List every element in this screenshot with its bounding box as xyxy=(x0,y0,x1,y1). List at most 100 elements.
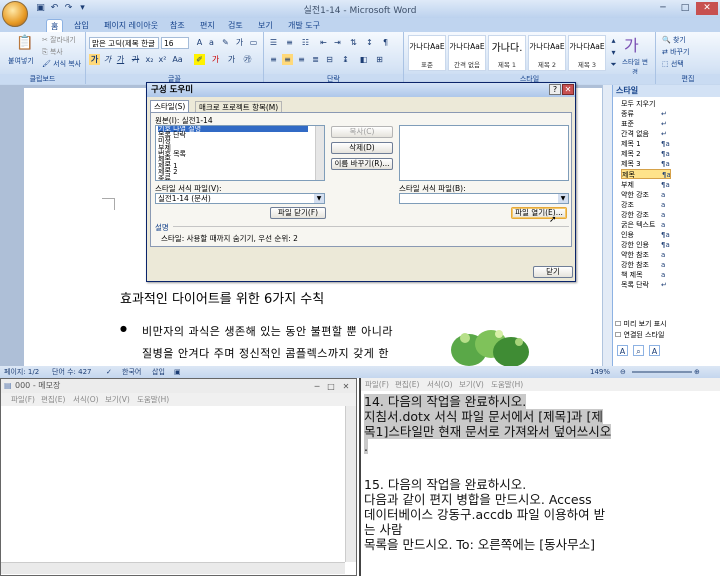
maximize-icon[interactable]: □ xyxy=(325,380,337,391)
find-button[interactable]: 🔍 찾기 xyxy=(662,35,686,45)
linked-styles-checkbox[interactable]: ☐ 연결된 스타일 xyxy=(615,330,664,340)
font-size-select[interactable]: 16 xyxy=(161,37,189,49)
char-shading-icon[interactable]: 가 xyxy=(226,54,237,65)
style-normal[interactable]: 가나다AaE 표준 xyxy=(408,35,446,71)
tab-styles[interactable]: 스타일(S) xyxy=(150,100,190,112)
style-item[interactable]: 인용 ¶a xyxy=(621,230,671,240)
zoom-in-icon[interactable]: ⊕ xyxy=(694,366,700,378)
superscript-icon[interactable]: x² xyxy=(157,54,168,65)
menu-edit[interactable]: 편집(E) xyxy=(395,378,419,391)
paste-icon[interactable]: 📋 xyxy=(16,35,33,51)
shrink-font-icon[interactable]: a xyxy=(206,37,217,48)
tab-view[interactable]: 보기 xyxy=(254,19,277,32)
style-heading-2[interactable]: 가나다AaE 제목 2 xyxy=(528,35,566,71)
macro-icon[interactable]: ▣ xyxy=(174,366,181,378)
style-item-selected[interactable]: 제목 ¶a xyxy=(621,169,671,179)
style-item[interactable]: 모두 지우기 xyxy=(621,99,671,109)
justify-icon[interactable]: ≣ xyxy=(310,54,321,65)
style-item[interactable]: 간격 없음 ↵ xyxy=(621,129,671,139)
zoom-slider[interactable] xyxy=(632,371,692,373)
target-style-list[interactable] xyxy=(399,125,569,181)
tab-references[interactable]: 참조 xyxy=(166,19,189,32)
strike-button[interactable]: 가 xyxy=(130,54,141,65)
italic-button[interactable]: 가 xyxy=(102,54,113,65)
line-spacing-icon[interactable]: ↨ xyxy=(340,54,351,65)
dialog-close-button[interactable]: 닫기 xyxy=(533,266,573,278)
decrease-indent-icon[interactable]: ⇤ xyxy=(318,37,329,48)
notepad-hscroll[interactable] xyxy=(1,562,345,574)
font-name-select[interactable]: 맑은 고딕(제목 한글 xyxy=(89,37,159,49)
close-icon[interactable]: ✕ xyxy=(696,2,718,15)
align-left-icon[interactable]: ≡ xyxy=(268,54,279,65)
tab-macro-items[interactable]: 매크로 프로젝트 항목(M) xyxy=(195,101,283,112)
menu-view[interactable]: 보기(V) xyxy=(459,378,484,391)
minimize-icon[interactable]: ─ xyxy=(652,2,674,15)
numbering-icon[interactable]: ≡ xyxy=(284,37,295,48)
styles-scroll-down-icon[interactable]: ▾ xyxy=(608,47,619,58)
enclose-char-icon[interactable]: ㉮ xyxy=(242,54,253,65)
tab-page-layout[interactable]: 페이지 레이아웃 xyxy=(100,19,162,32)
page-count[interactable]: 페이지: 1/2 xyxy=(4,366,39,378)
multilevel-icon[interactable]: ☷ xyxy=(300,37,311,48)
menu-view[interactable]: 보기(V) xyxy=(105,393,130,406)
clear-format-icon[interactable]: ✎ xyxy=(220,37,231,48)
close-icon[interactable]: ✕ xyxy=(339,380,353,391)
style-item[interactable]: 제목 2 ¶a xyxy=(621,149,671,159)
style-item[interactable]: 굵은 텍스트 a xyxy=(621,220,671,230)
text-direction-icon[interactable]: ⇅ xyxy=(348,37,359,48)
style-item[interactable]: 강한 참조 a xyxy=(621,260,671,270)
style-inspector-icon[interactable]: ⌕ xyxy=(633,345,644,356)
source-style-list[interactable]: 기호 나열 설명 목록 단락 미정 부제 번호 목록 제목 제목 1 제목 2 … xyxy=(155,125,325,181)
style-item[interactable]: 책 제목 a xyxy=(621,270,671,280)
insert-mode[interactable]: 삽입 xyxy=(152,366,165,378)
copy-button[interactable]: 복사(C) xyxy=(331,126,393,138)
style-item[interactable]: 제목 3 ¶a xyxy=(621,159,671,169)
proofing-icon[interactable]: ✓ xyxy=(106,366,112,378)
tab-insert[interactable]: 삽입 xyxy=(70,19,93,32)
change-case-icon[interactable]: Aa xyxy=(172,54,183,65)
style-no-spacing[interactable]: 가나다AaE 간격 없음 xyxy=(448,35,486,71)
style-item[interactable]: 제목 1 ¶a xyxy=(621,139,671,149)
chevron-down-icon[interactable]: ▼ xyxy=(314,194,324,203)
char-border-icon[interactable]: ▭ xyxy=(248,37,259,48)
style-item[interactable]: 부제 ¶a xyxy=(621,180,671,190)
bold-button[interactable]: 가 xyxy=(89,54,100,65)
shading-icon[interactable]: ◧ xyxy=(358,54,369,65)
sort-icon[interactable]: ↕ xyxy=(364,37,375,48)
change-styles-button[interactable]: 스타일 변경 xyxy=(620,56,650,76)
subscript-icon[interactable]: x₂ xyxy=(144,54,155,65)
delete-button[interactable]: 삭제(D) xyxy=(331,142,393,154)
word-count[interactable]: 단어 수: 427 xyxy=(52,366,92,378)
borders-icon[interactable]: ⊞ xyxy=(374,54,385,65)
show-marks-icon[interactable]: ¶ xyxy=(380,37,391,48)
tab-mailings[interactable]: 편지 xyxy=(196,19,219,32)
zoom-level[interactable]: 149% xyxy=(590,366,610,378)
font-color-button[interactable]: 가 xyxy=(210,54,221,65)
phonetic-icon[interactable]: 가 xyxy=(234,37,245,48)
style-item[interactable]: 강한 인용 ¶a xyxy=(621,240,671,250)
minimize-icon[interactable]: ─ xyxy=(311,380,323,391)
language[interactable]: 한국어 xyxy=(122,366,141,378)
zoom-out-icon[interactable]: ⊖ xyxy=(620,366,626,378)
style-heading-1[interactable]: 가나다. 제목 1 xyxy=(488,35,526,71)
tab-developer[interactable]: 개발 도구 xyxy=(284,19,324,32)
style-item[interactable]: 강한 강조 a xyxy=(621,210,671,220)
notepad-vscroll[interactable] xyxy=(345,406,356,562)
list-item[interactable]: 종류 xyxy=(158,175,308,180)
menu-format[interactable]: 서식(O) xyxy=(427,378,453,391)
menu-edit[interactable]: 편집(E) xyxy=(41,393,65,406)
bullets-icon[interactable]: ☰ xyxy=(268,37,279,48)
grow-font-icon[interactable]: A xyxy=(194,37,205,48)
text-content[interactable]: 14. 다음의 작업을 완료하시오. 지침서.dotx 서식 파일 문서에서 [… xyxy=(361,391,720,576)
right-template-select[interactable]: ▼ xyxy=(399,193,569,204)
manage-styles-icon[interactable]: A xyxy=(649,345,660,356)
style-item[interactable]: 종류 ↵ xyxy=(621,109,671,119)
menu-format[interactable]: 서식(O) xyxy=(73,393,99,406)
menu-help[interactable]: 도움말(H) xyxy=(491,378,523,391)
document-scrollbar[interactable] xyxy=(602,85,612,366)
list-scrollbar[interactable] xyxy=(315,126,324,180)
style-heading-3[interactable]: 가나다AaE 제목 3 xyxy=(568,35,606,71)
cut-button[interactable]: ✂ 잘라내기 xyxy=(42,35,76,45)
replace-button[interactable]: ⇄ 바꾸기 xyxy=(662,47,689,57)
styles-more-icon[interactable]: ⏷ xyxy=(608,59,619,70)
